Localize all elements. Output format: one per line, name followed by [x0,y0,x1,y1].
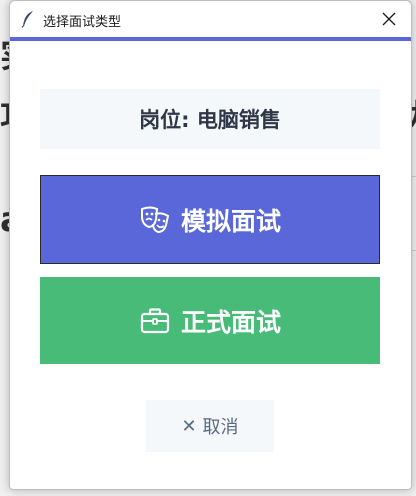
interview-type-dialog: 选择面试类型 岗位: 电脑销售 模拟面试 正式面试 ✕ 取消 [9,0,412,490]
position-label: 岗位: 电脑销售 [40,89,380,149]
briefcase-icon [140,307,170,333]
theater-masks-icon [140,206,170,233]
feather-icon [21,11,33,28]
mock-interview-label: 模拟面试 [180,206,281,236]
title-bar[interactable]: 选择面试类型 [10,1,411,37]
window-close-button[interactable] [367,1,411,37]
cancel-label: 取消 [202,417,239,438]
close-icon [382,12,396,26]
mock-interview-button[interactable]: 模拟面试 [40,175,380,264]
window-title: 选择面试类型 [43,15,122,30]
cancel-button[interactable]: ✕ 取消 [146,400,274,452]
formal-interview-button[interactable]: 正式面试 [40,277,380,364]
close-icon: ✕ [181,415,197,437]
title-accent-line [10,37,411,41]
formal-interview-label: 正式面试 [180,307,281,337]
